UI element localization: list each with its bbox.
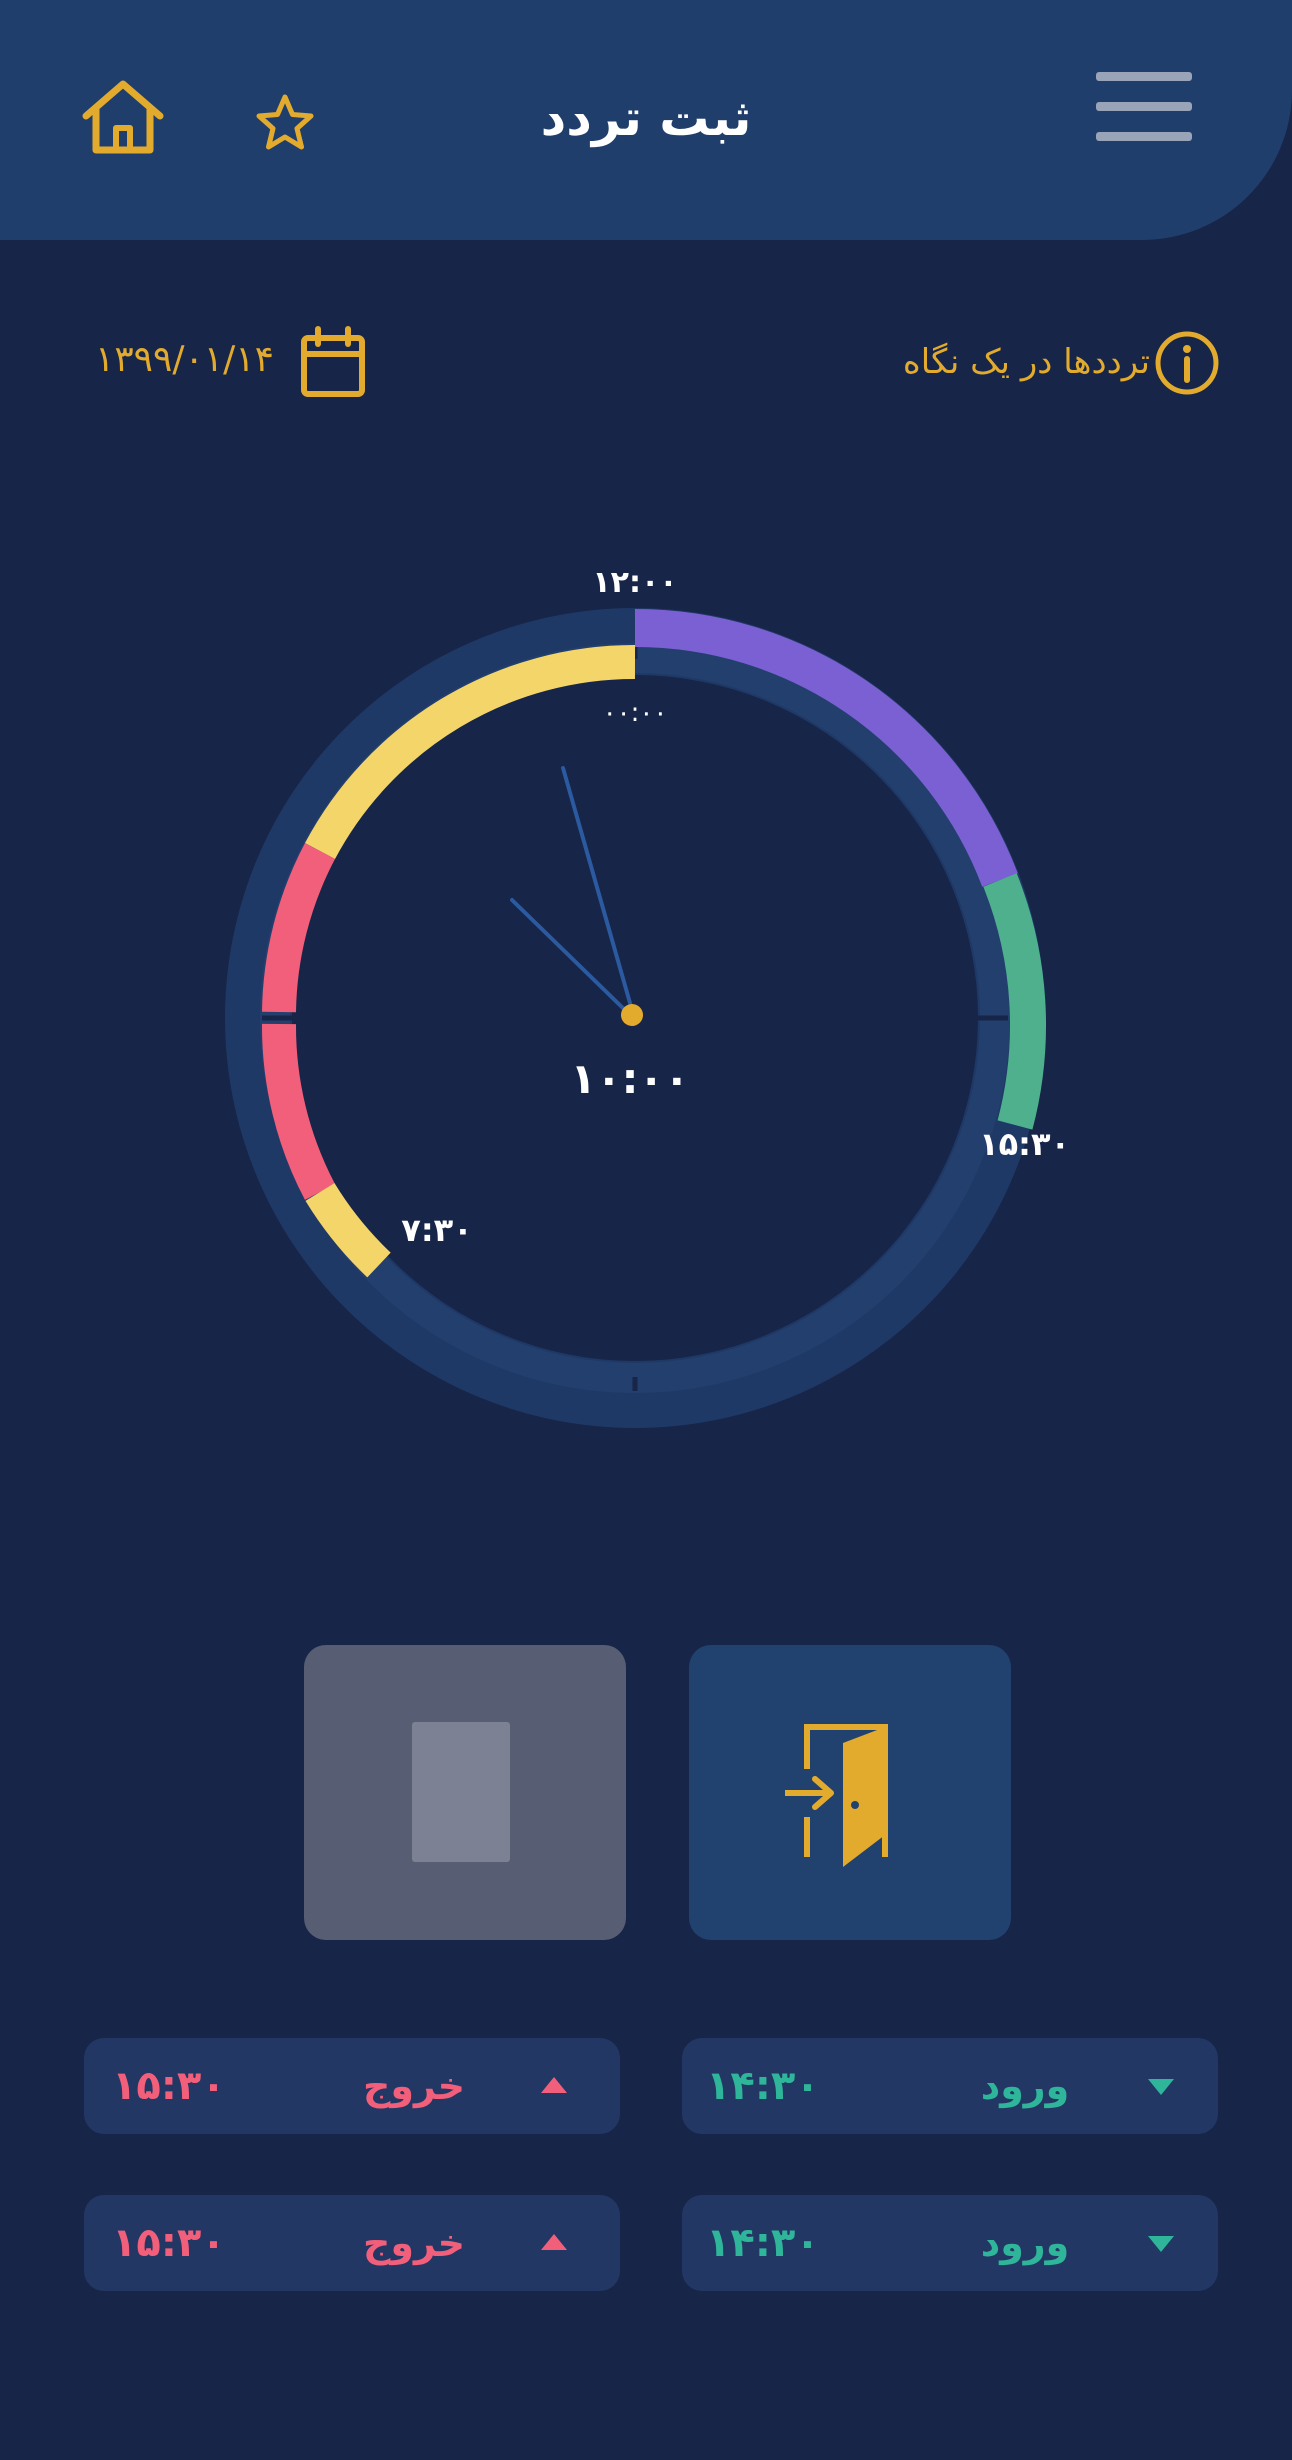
stop-icon xyxy=(412,1722,510,1862)
door-enter-icon xyxy=(785,1724,888,1867)
log-exit-row[interactable]: ۱۵:۳۰ خروج xyxy=(84,2195,620,2291)
info-icon[interactable] xyxy=(1154,330,1220,396)
entry-time: ۱۴:۳۰ xyxy=(706,2063,820,2109)
app-header: ثبت تردد xyxy=(0,0,1292,240)
page-title: ثبت تردد xyxy=(540,89,752,147)
entry-time: ۱۴:۳۰ xyxy=(706,2220,820,2266)
stop-button[interactable] xyxy=(304,1645,626,1940)
clock-center-time: ۱۰:۰۰ xyxy=(570,1054,689,1103)
calendar-icon[interactable] xyxy=(298,326,368,398)
star-icon[interactable] xyxy=(254,93,316,153)
current-date: ۱۳۹۹/۰۱/۱۴ xyxy=(95,339,274,380)
clock-pivot xyxy=(621,1004,643,1026)
log-entry-row[interactable]: ۱۴:۳۰ ورود xyxy=(682,2195,1218,2291)
exit-label: خروج xyxy=(362,2221,466,2265)
clock-label-1530: ۱۵:۳۰ xyxy=(979,1125,1070,1163)
exit-arrow-up-icon xyxy=(541,2234,567,2250)
clock-label-730: ۷:۳۰ xyxy=(401,1211,472,1249)
hamburger-menu-icon[interactable] xyxy=(1094,68,1194,148)
overview-link-label[interactable]: ترددها در یک نگاه xyxy=(830,332,1150,392)
clock-label-00: ۰۰:۰۰ xyxy=(603,698,668,728)
attendance-clock: ۱۲:۰۰ ۰۰:۰۰ ۱۰:۰۰ ۱۵:۳۰ ۷:۳۰ xyxy=(225,565,1070,1428)
entry-label: ورود xyxy=(980,2064,1070,2108)
exit-label: خروج xyxy=(362,2064,466,2108)
clock-label-12: ۱۲:۰۰ xyxy=(592,565,677,600)
entry-arrow-down-icon xyxy=(1148,2079,1174,2095)
entry-arrow-down-icon xyxy=(1148,2236,1174,2252)
log-exit-row[interactable]: ۱۵:۳۰ خروج xyxy=(84,2038,620,2134)
home-icon[interactable] xyxy=(80,78,166,156)
log-entry-row[interactable]: ۱۴:۳۰ ورود xyxy=(682,2038,1218,2134)
enter-button[interactable] xyxy=(689,1645,1011,1940)
exit-arrow-up-icon xyxy=(541,2077,567,2093)
exit-time: ۱۵:۳۰ xyxy=(112,2063,226,2109)
exit-time: ۱۵:۳۰ xyxy=(112,2220,226,2266)
entry-label: ورود xyxy=(980,2221,1070,2265)
